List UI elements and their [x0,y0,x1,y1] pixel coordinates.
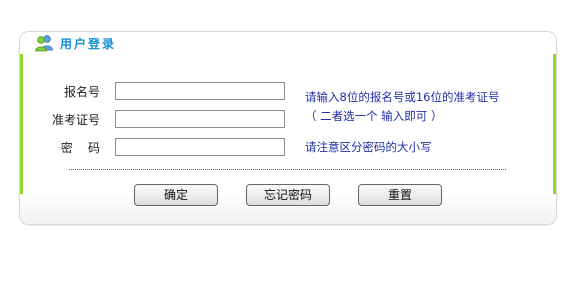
panel-title: 用户登录 [60,36,117,51]
registration-number-input[interactable] [115,82,285,100]
exam-ticket-number-input[interactable] [115,110,285,128]
panel-header: 用户登录 [34,34,116,52]
registration-number-label: 报名号 [63,85,100,99]
accent-bar-left [20,54,23,209]
users-icon [34,34,54,52]
accent-bar-right [553,54,556,209]
hint-password-case: 请注意区分密码的大小写 [305,140,432,154]
password-input[interactable] [115,138,285,156]
password-label: 密 码 [60,141,100,155]
exam-ticket-number-label: 准考证号 [51,113,100,127]
hint-number-format: 请输入8位的报名号或16位的准考证号 [305,90,500,104]
confirm-button[interactable]: 确定 [134,184,218,206]
form-divider [69,169,506,170]
hint-choose-one: （ 二者选一个 输入即可 ） [305,109,443,123]
reset-button[interactable]: 重置 [358,184,442,206]
login-panel: 用户登录 报名号 准考证号 密 码 请输入8位的报名号或16位的准考证号 （ 二… [19,31,557,225]
forgot-password-button[interactable]: 忘记密码 [246,184,330,206]
